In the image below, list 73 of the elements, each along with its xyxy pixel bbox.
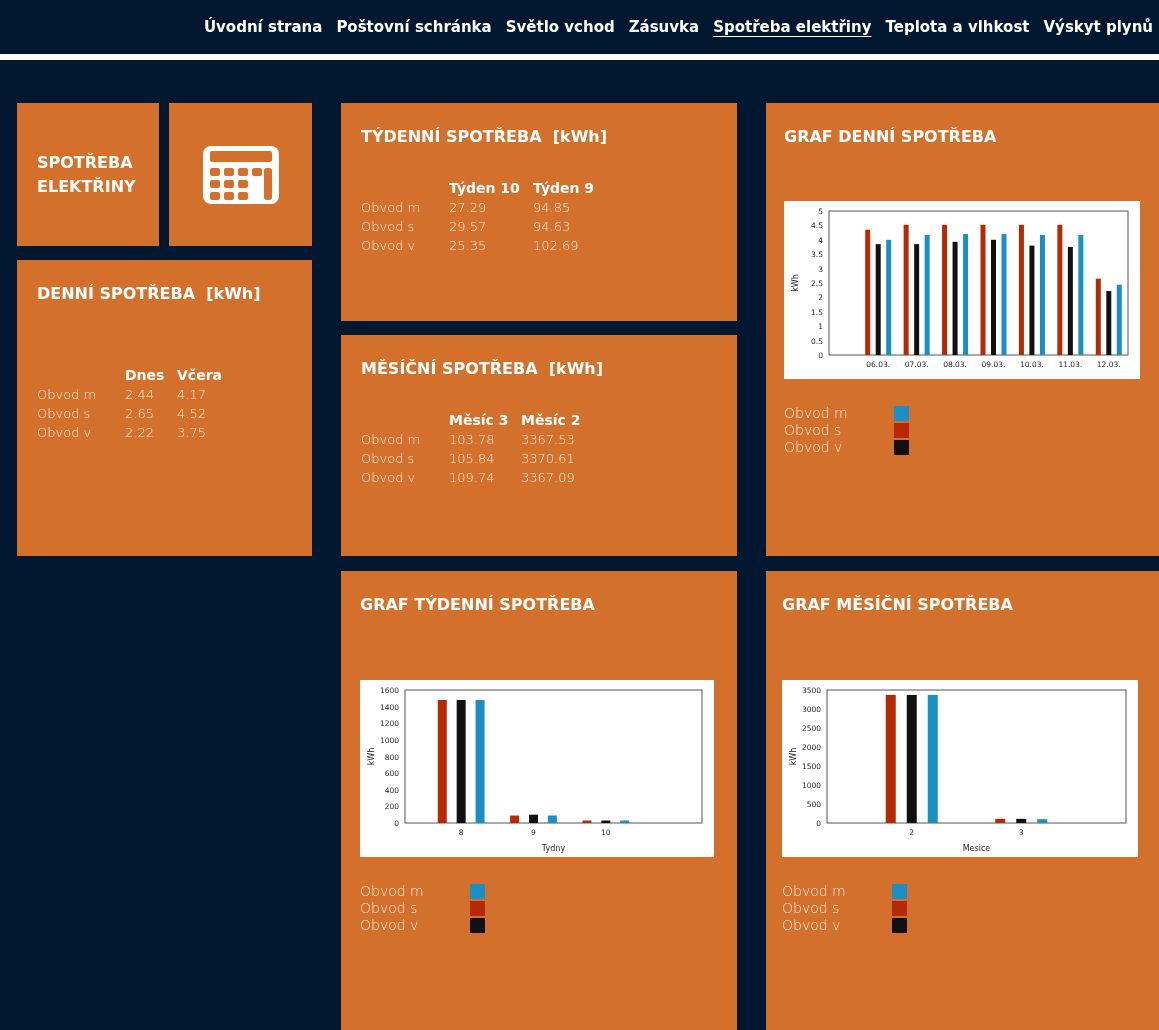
column-header: Měsíc 3 bbox=[449, 411, 510, 430]
card-title: DENNÍ SPOTŘEBA [kWh] bbox=[37, 283, 262, 305]
axis-title: kWh bbox=[789, 747, 798, 766]
card-title: GRAF TÝDENNÍ SPOTŘEBA bbox=[360, 594, 596, 616]
chart-bar bbox=[547, 815, 557, 823]
table-cell-text: 3.75 bbox=[177, 424, 207, 442]
chart-bar bbox=[1037, 819, 1048, 823]
column-header: Měsíc 2 bbox=[521, 411, 582, 430]
table-cell-text: 27.29 bbox=[449, 199, 488, 217]
nav-link[interactable]: Poštovní schránka bbox=[336, 15, 492, 39]
axis-title: kWh bbox=[791, 274, 800, 292]
table-cell-text: 3370.61 bbox=[521, 450, 576, 468]
row-label: Obvod v bbox=[361, 469, 417, 487]
chart-bar bbox=[582, 820, 592, 823]
legend-label: Obvod v bbox=[782, 916, 842, 935]
chart-bar bbox=[601, 820, 611, 823]
legend-label: Obvod m bbox=[360, 882, 425, 901]
legend-label: Obvod m bbox=[784, 404, 849, 423]
table-cell-text: 94.85 bbox=[533, 199, 572, 217]
row-label: Obvod m bbox=[361, 199, 422, 217]
table-cell-text: 3367.53 bbox=[521, 431, 576, 449]
axis-title: kWh bbox=[367, 747, 376, 766]
nav-link[interactable]: Teplota a vlhkost bbox=[885, 15, 1030, 39]
table-cell-text: 103.78 bbox=[449, 431, 496, 449]
column-header: Týden 10 bbox=[449, 179, 521, 198]
card-title: TÝDENNÍ SPOTŘEBA [kWh] bbox=[361, 126, 609, 148]
table-cell-text: 2.22 bbox=[125, 424, 155, 442]
chart-bar bbox=[1116, 284, 1122, 355]
table-cell-text: 94.63 bbox=[533, 218, 572, 236]
chart-bar bbox=[529, 814, 538, 823]
chart-bar bbox=[995, 818, 1006, 823]
table-cell-text: 109.74 bbox=[449, 469, 496, 487]
table-cell-text: 3367.09 bbox=[521, 469, 576, 487]
card-title: MĚSÍČNÍ SPOTŘEBA [kWh] bbox=[361, 358, 605, 380]
calculator-icon bbox=[201, 144, 280, 205]
table-cell-text: 2.65 bbox=[125, 405, 155, 423]
row-label: Obvod v bbox=[361, 237, 417, 255]
nav-link[interactable]: Zásuvka bbox=[628, 15, 700, 39]
card-title: GRAF DENNÍ SPOTŘEBA bbox=[784, 126, 998, 148]
table-cell-text: 4.17 bbox=[177, 386, 207, 404]
chart-bar bbox=[620, 820, 630, 823]
table-cell-text: 4.52 bbox=[177, 405, 207, 423]
row-label: Obvod v bbox=[37, 424, 93, 442]
table-cell-text: 102.69 bbox=[533, 237, 580, 255]
column-header: Dnes bbox=[125, 366, 166, 385]
table-cell-text: 2.44 bbox=[125, 386, 155, 404]
legend-label: Obvod s bbox=[784, 421, 843, 440]
nav-link[interactable]: Úvodní strana bbox=[203, 15, 323, 39]
table-cell-text: 29.57 bbox=[449, 218, 488, 236]
chart-bar bbox=[510, 815, 520, 823]
legend-label: Obvod s bbox=[360, 899, 419, 918]
chart-bar bbox=[1016, 818, 1027, 823]
nav-link[interactable]: Spotřeba elektřiny bbox=[713, 15, 872, 39]
row-label: Obvod s bbox=[37, 405, 92, 423]
table-cell-text: 105.84 bbox=[449, 450, 496, 468]
axis-title: Mesice bbox=[962, 844, 991, 853]
axis-title: Tydny bbox=[541, 844, 566, 853]
legend-label: Obvod v bbox=[360, 916, 420, 935]
row-label: Obvod m bbox=[361, 431, 422, 449]
page-title: SPOTŘEBA ELEKTŘINY bbox=[37, 151, 137, 198]
nav-link[interactable]: Světlo vchod bbox=[505, 15, 615, 39]
column-header: Včera bbox=[177, 366, 223, 385]
chart-bar bbox=[1106, 291, 1112, 355]
card-title: GRAF MĚSÍČNÍ SPOTŘEBA bbox=[782, 594, 1014, 616]
row-label: Obvod s bbox=[361, 450, 416, 468]
column-header: Týden 9 bbox=[533, 179, 596, 198]
legend-label: Obvod m bbox=[782, 882, 847, 901]
legend-label: Obvod v bbox=[784, 438, 844, 457]
row-label: Obvod m bbox=[37, 386, 98, 404]
nav-link[interactable]: Výskyt plynů bbox=[1043, 15, 1153, 39]
row-label: Obvod s bbox=[361, 218, 416, 236]
legend-label: Obvod s bbox=[782, 899, 841, 918]
table-cell-text: 25.35 bbox=[449, 237, 488, 255]
